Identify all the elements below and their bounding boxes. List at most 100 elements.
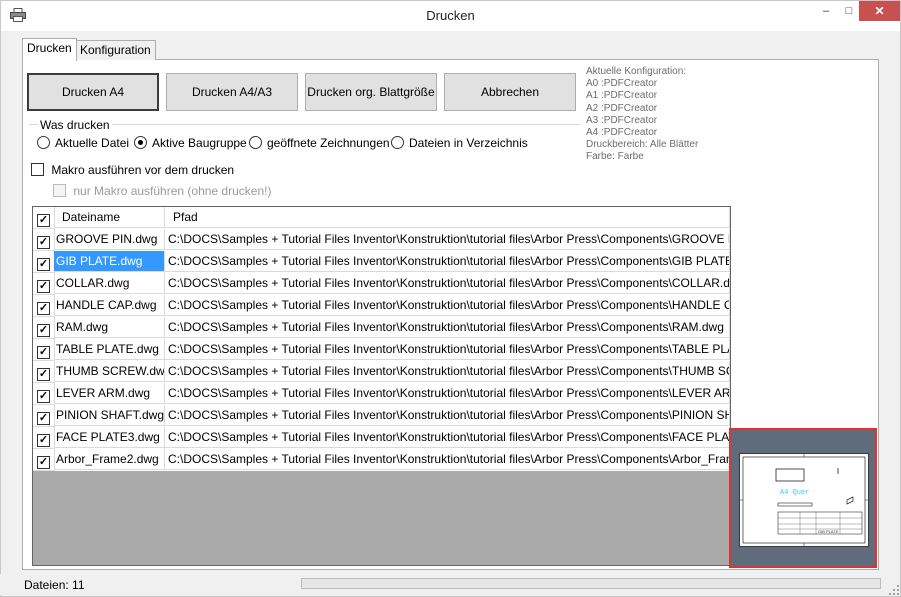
radio-label: Dateien in Verzeichnis	[409, 136, 528, 150]
window-title: Drucken	[426, 8, 475, 23]
radio-circle[interactable]	[37, 136, 50, 149]
row-checkbox[interactable]: ✓	[37, 280, 50, 293]
row-checkbox[interactable]: ✓	[37, 236, 50, 249]
cell-path[interactable]: C:\DOCS\Samples + Tutorial Files Invento…	[165, 273, 730, 294]
row-checkbox-cell[interactable]: ✓	[33, 361, 55, 383]
table-row[interactable]: ✓ GROOVE PIN.dwg C:\DOCS\Samples + Tutor…	[33, 229, 730, 251]
radio-circle[interactable]	[391, 136, 404, 149]
cell-path[interactable]: C:\DOCS\Samples + Tutorial Files Invento…	[165, 317, 730, 338]
file-count-status: Dateien: 11	[24, 578, 85, 592]
table-row[interactable]: ✓ LEVER ARM.dwg C:\DOCS\Samples + Tutori…	[33, 383, 730, 405]
row-checkbox-cell[interactable]: ✓	[33, 295, 55, 317]
cell-path[interactable]: C:\DOCS\Samples + Tutorial Files Invento…	[165, 383, 730, 404]
table-row[interactable]: ✓ HANDLE CAP.dwg C:\DOCS\Samples + Tutor…	[33, 295, 730, 317]
cell-filename[interactable]: TABLE PLATE.dwg	[54, 339, 165, 360]
column-header-dateiname[interactable]: Dateiname	[54, 207, 165, 228]
cell-path[interactable]: C:\DOCS\Samples + Tutorial Files Invento…	[165, 449, 730, 470]
cell-path[interactable]: C:\DOCS\Samples + Tutorial Files Invento…	[165, 295, 730, 316]
cell-filename-selected[interactable]: GIB PLATE.dwg	[54, 251, 165, 272]
resize-grip-icon[interactable]	[889, 585, 899, 595]
row-checkbox[interactable]: ✓	[37, 324, 50, 337]
radio-circle-selected[interactable]	[134, 136, 147, 149]
row-checkbox-cell[interactable]: ✓	[33, 273, 55, 295]
row-checkbox-cell[interactable]: ✓	[33, 427, 55, 449]
config-line: A2 :PDFCreator	[586, 102, 658, 114]
cell-filename[interactable]: HANDLE CAP.dwg	[54, 295, 165, 316]
row-checkbox[interactable]: ✓	[37, 456, 50, 469]
column-header-pfad[interactable]: Pfad	[165, 207, 730, 228]
config-line: A3 :PDFCreator	[586, 114, 658, 126]
macro-only-label: nur Makro ausführen (ohne drucken!)	[73, 184, 272, 198]
tab-konfiguration[interactable]: Konfiguration	[75, 40, 156, 60]
config-line: Druckbereich: Alle Blätter	[586, 139, 699, 151]
radio-label: Aktuelle Datei	[55, 136, 130, 150]
row-checkbox[interactable]: ✓	[37, 412, 50, 425]
cell-path[interactable]: C:\DOCS\Samples + Tutorial Files Invento…	[165, 229, 730, 250]
grid-header-row: ✓ Dateiname Pfad	[33, 207, 730, 229]
row-checkbox-cell[interactable]: ✓	[33, 383, 55, 405]
tab-drucken[interactable]: Drucken	[22, 38, 77, 61]
row-checkbox[interactable]: ✓	[37, 434, 50, 447]
radio-aktuelle-datei[interactable]: Aktuelle Datei	[37, 136, 129, 150]
cell-path[interactable]: C:\DOCS\Samples + Tutorial Files Invento…	[165, 251, 730, 272]
minimize-button[interactable]: –	[813, 1, 839, 21]
table-row[interactable]: ✓ COLLAR.dwg C:\DOCS\Samples + Tutorial …	[33, 273, 730, 295]
print-a4-button[interactable]: Drucken A4	[27, 73, 159, 111]
cell-filename[interactable]: FACE PLATE3.dwg	[54, 427, 165, 448]
table-row[interactable]: ✓ THUMB SCREW.dwg C:\DOCS\Samples + Tuto…	[33, 361, 730, 383]
cell-path[interactable]: C:\DOCS\Samples + Tutorial Files Invento…	[165, 405, 730, 426]
radio-circle[interactable]	[249, 136, 262, 149]
cell-filename[interactable]: THUMB SCREW.dwg	[54, 361, 165, 382]
row-checkbox-cell[interactable]: ✓	[33, 229, 55, 251]
cell-filename[interactable]: COLLAR.dwg	[54, 273, 165, 294]
title-bar[interactable]: Drucken – □ ✕	[1, 1, 900, 31]
drawing-preview[interactable]: A4 Quer GIB PLATE	[729, 428, 877, 568]
radio-label: geöffnete Zeichnungen	[267, 136, 390, 150]
row-checkbox[interactable]: ✓	[37, 368, 50, 381]
checkbox-box[interactable]	[31, 163, 44, 176]
close-button[interactable]: ✕	[859, 1, 900, 21]
run-macro-checkbox[interactable]: Makro ausführen vor dem drucken	[31, 163, 234, 177]
maximize-button[interactable]: □	[839, 1, 859, 21]
radio-geoeffnete-zeichnungen[interactable]: geöffnete Zeichnungen	[249, 136, 390, 150]
row-checkbox-cell[interactable]: ✓	[33, 339, 55, 361]
print-a4-a3-button[interactable]: Drucken A4/A3	[166, 73, 298, 111]
row-checkbox[interactable]: ✓	[37, 346, 50, 359]
table-row[interactable]: ✓ PINION SHAFT.dwg C:\DOCS\Samples + Tut…	[33, 405, 730, 427]
header-select-all[interactable]: ✓	[33, 207, 55, 229]
preview-format-label: A4 Quer	[780, 489, 810, 497]
cell-filename[interactable]: LEVER ARM.dwg	[54, 383, 165, 404]
table-row[interactable]: ✓ TABLE PLATE.dwg C:\DOCS\Samples + Tuto…	[33, 339, 730, 361]
select-all-checkbox[interactable]: ✓	[37, 214, 50, 227]
print-original-size-button[interactable]: Drucken org. Blattgröße	[305, 73, 437, 111]
cell-filename[interactable]: PINION SHAFT.dwg	[54, 405, 165, 426]
config-title: Aktuelle Konfiguration:	[586, 66, 687, 77]
row-checkbox-cell[interactable]: ✓	[33, 449, 55, 471]
cell-path[interactable]: C:\DOCS\Samples + Tutorial Files Invento…	[165, 361, 730, 382]
radio-aktive-baugruppe[interactable]: Aktive Baugruppe	[134, 136, 247, 150]
cancel-button[interactable]: Abbrechen	[444, 73, 576, 111]
table-row[interactable]: ✓ Arbor_Frame2.dwg C:\DOCS\Samples + Tut…	[33, 449, 730, 471]
macro-only-checkbox: nur Makro ausführen (ohne drucken!)	[53, 184, 271, 198]
table-row[interactable]: ✓ FACE PLATE3.dwg C:\DOCS\Samples + Tuto…	[33, 427, 730, 449]
cell-filename[interactable]: RAM.dwg	[54, 317, 165, 338]
row-checkbox[interactable]: ✓	[37, 258, 50, 271]
config-line: Farbe: Farbe	[586, 151, 644, 163]
table-row[interactable]: ✓ GIB PLATE.dwg C:\DOCS\Samples + Tutori…	[33, 251, 730, 273]
cell-filename[interactable]: GROOVE PIN.dwg	[54, 229, 165, 250]
row-checkbox[interactable]: ✓	[37, 302, 50, 315]
progress-bar	[301, 578, 881, 589]
run-macro-label: Makro ausführen vor dem drucken	[51, 163, 235, 177]
row-checkbox-cell[interactable]: ✓	[33, 251, 55, 273]
file-list-grid[interactable]: ✓ Dateiname Pfad ✓ GROOVE PIN.dwg C:\DOC…	[32, 206, 731, 566]
cell-path[interactable]: C:\DOCS\Samples + Tutorial Files Invento…	[165, 427, 730, 448]
row-checkbox-cell[interactable]: ✓	[33, 405, 55, 427]
row-checkbox-cell[interactable]: ✓	[33, 317, 55, 339]
row-checkbox[interactable]: ✓	[37, 390, 50, 403]
radio-label: Aktive Baugruppe	[152, 136, 247, 150]
table-row[interactable]: ✓ RAM.dwg C:\DOCS\Samples + Tutorial Fil…	[33, 317, 730, 339]
preview-title-block-text: GIB PLATE	[818, 529, 839, 534]
cell-filename[interactable]: Arbor_Frame2.dwg	[54, 449, 165, 470]
cell-path[interactable]: C:\DOCS\Samples + Tutorial Files Invento…	[165, 339, 730, 360]
radio-dateien-in-verzeichnis[interactable]: Dateien in Verzeichnis	[391, 136, 528, 150]
